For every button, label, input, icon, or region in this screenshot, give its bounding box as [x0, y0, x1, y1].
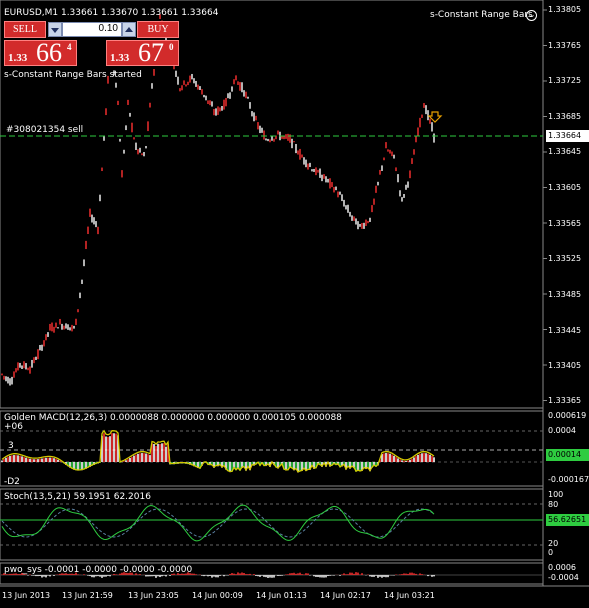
stoch-axis-label: 100: [548, 490, 564, 499]
time-axis-label: 13 Jun 21:59: [62, 591, 113, 600]
price-axis-label: 1.33685: [548, 112, 582, 121]
price-axis-label: 1.33365: [548, 396, 582, 405]
pwo-axis-label: -0.0004: [548, 573, 579, 582]
time-axis-label: 14 Jun 02:17: [320, 591, 371, 600]
price-axis-label: 1.33565: [548, 219, 582, 228]
volume-decrease-button[interactable]: [48, 22, 62, 37]
time-axis-label: 14 Jun 03:21: [384, 591, 435, 600]
price-axis-label: 1.33805: [548, 5, 582, 14]
sell-price-prefix: 1.33: [8, 52, 28, 64]
price-axis-label: 1.33525: [548, 254, 582, 263]
sell-arrow-icon: [427, 111, 443, 123]
macd-axis-label: 0.000619: [548, 411, 587, 420]
symbol-header: EURUSD,M1 1.33661 1.33670 1.33661 1.3366…: [4, 8, 219, 18]
stoch-title: Stoch(13,5,21) 59.1951 62.2016: [4, 492, 151, 502]
stoch-main-line: [1, 504, 435, 542]
price-axis-label: 1.33405: [548, 361, 582, 370]
price-axis-label: 1.33645: [548, 147, 582, 156]
expert-started-label: s-Constant Range Bars started: [4, 70, 142, 80]
price-axis-label: 1.33445: [548, 326, 582, 335]
time-axis-label: 14 Jun 01:13: [256, 591, 307, 600]
stoch-current-tag: 56.62651: [546, 514, 589, 526]
price-axis-label: 1.33485: [548, 290, 582, 299]
one-click-trading-panel: SELL 0.10 BUY 1.33 66 4 1.33 67 0: [4, 21, 179, 67]
macd-axis-label: -0.000167: [548, 475, 589, 484]
sell-price-sup: 4: [67, 42, 72, 52]
pwo-axis-label: 0.0006: [548, 563, 576, 572]
price-axis-label: 1.33725: [548, 76, 582, 85]
expert-smiley-icon[interactable]: [526, 10, 537, 21]
price-axis-ticks: [543, 9, 547, 401]
expert-name-label: s-Constant Range Bars: [430, 10, 533, 20]
macd-histogram: [1, 433, 435, 473]
volume-input[interactable]: 0.10: [62, 22, 122, 37]
stoch-axis-label: 0: [548, 548, 554, 557]
stoch-signal-line: [1, 508, 435, 538]
chevron-down-icon: [51, 28, 59, 33]
time-axis-label: 14 Jun 00:09: [192, 591, 243, 600]
time-axis-label: 13 Jun 23:05: [128, 591, 179, 600]
chart-canvas[interactable]: [0, 0, 589, 608]
volume-increase-button[interactable]: [122, 22, 136, 37]
price-axis-label: 1.33765: [548, 41, 582, 50]
buy-price-big: 67: [138, 38, 164, 67]
buy-quote-button[interactable]: 1.33 67 0: [106, 38, 179, 67]
time-axis-label: 13 Jun 2013: [2, 591, 51, 600]
chevron-up-icon: [125, 27, 133, 32]
buy-price-sup: 0: [169, 42, 174, 52]
macd-left-bottom-label: -D2: [4, 477, 20, 487]
current-price-tag: 1.33664: [546, 130, 589, 142]
macd-title: Golden MACD(12,26,3) 0.0000088 0.000000 …: [4, 413, 342, 423]
order-label: #308021354 sell: [6, 125, 84, 135]
macd-axis-label: 0.0004: [548, 426, 576, 435]
buy-button[interactable]: BUY: [137, 21, 179, 38]
pwo-title: pwo_sys -0.0001 -0.0000 -0.0000 -0.0000: [4, 565, 193, 575]
price-axis-label: 1.33605: [548, 183, 582, 192]
sell-quote-button[interactable]: 1.33 66 4: [4, 38, 77, 67]
buy-price-prefix: 1.33: [110, 52, 130, 64]
macd-left-top-label: +06: [4, 422, 23, 432]
sell-button[interactable]: SELL: [4, 21, 46, 38]
sell-price-big: 66: [36, 38, 62, 67]
stoch-axis-label: 80: [548, 500, 559, 509]
macd-left-mid-label: 3: [8, 441, 14, 451]
macd-current-tag: 0.00014: [546, 449, 589, 461]
